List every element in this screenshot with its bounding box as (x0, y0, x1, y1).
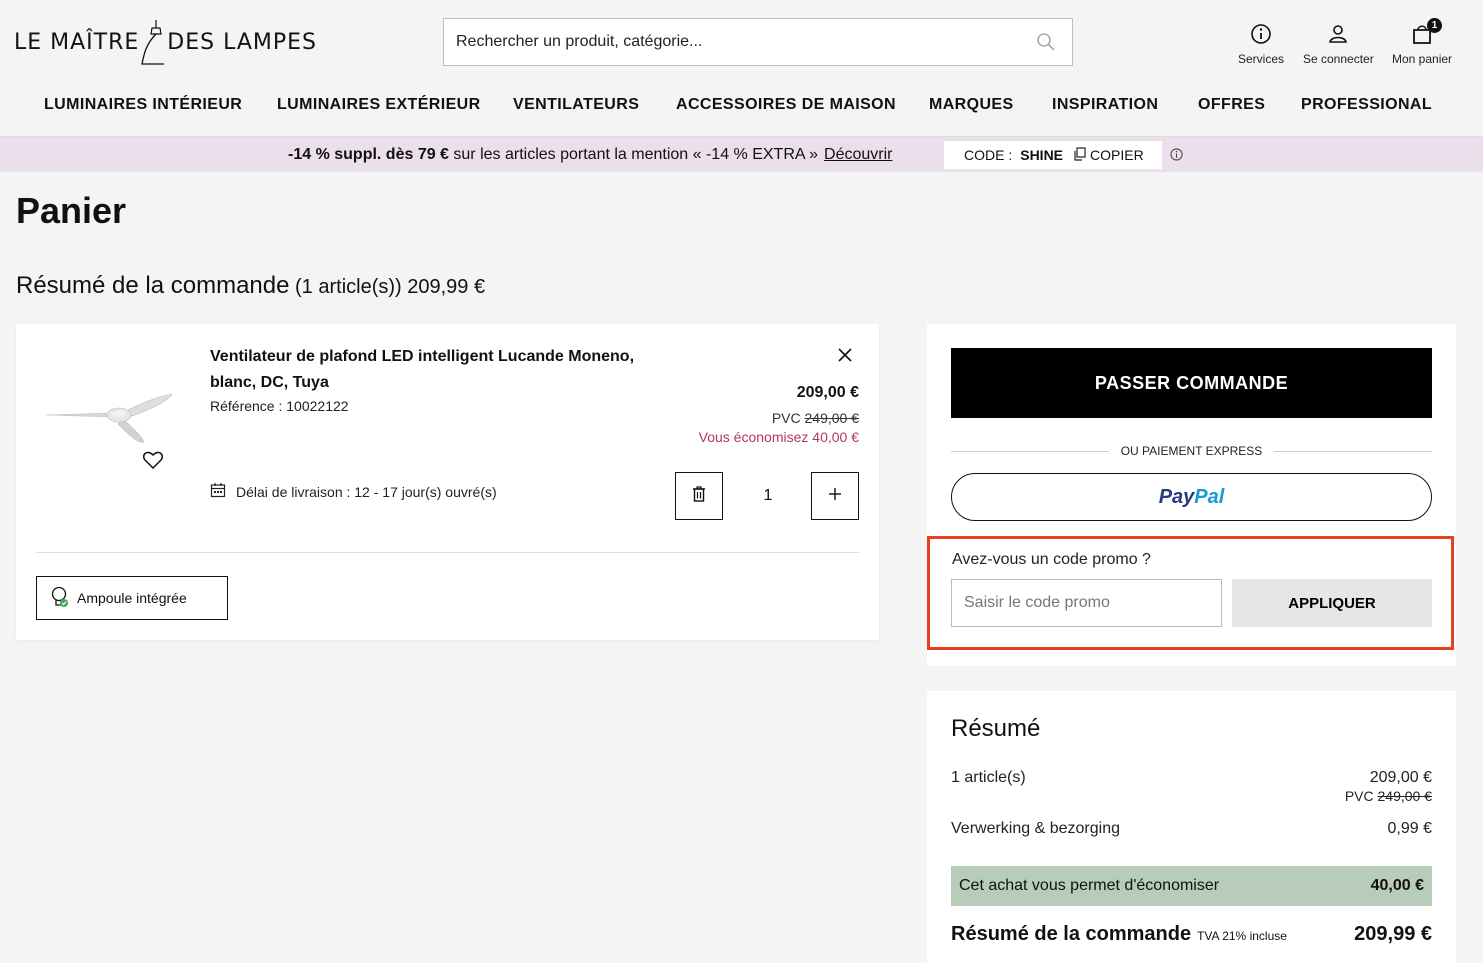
item-pvc: PVC 249,00 € (772, 410, 859, 426)
order-recap-panel: Résumé 1 article(s) 209,00 € PVC 249,00 … (927, 691, 1456, 963)
total-label-text: Résumé de la commande (951, 923, 1192, 945)
summary-heading-main: Résumé de la commande (16, 272, 290, 299)
banner-text: sur les articles portant la mention « -1… (448, 146, 819, 163)
cart-count-badge: 1 (1427, 18, 1443, 33)
recap-title: Résumé (951, 715, 1041, 742)
plus-icon (828, 487, 842, 506)
tva-note: TVA 21% incluse (1197, 929, 1287, 943)
nav-item-luminaires-interieur[interactable]: LUMINAIRES INTÉRIEUR (44, 96, 242, 114)
site-logo[interactable]: LE MAÎTRE DES LAMPES (14, 18, 317, 66)
trash-icon (692, 485, 706, 507)
code-label: CODE : (964, 147, 1013, 163)
pvc-old-price: 249,00 € (804, 410, 860, 426)
site-header: LE MAÎTRE DES LAMPES Services Se connect… (0, 0, 1483, 136)
nav-item-professional[interactable]: PROFESSIONAL (1301, 96, 1432, 114)
pvc-label: PVC (771, 410, 805, 426)
copy-label: COPIER (1090, 147, 1144, 163)
cart-label: Mon panier (1392, 52, 1453, 66)
calendar-icon (210, 482, 226, 501)
copy-icon (1073, 146, 1090, 164)
search-icon[interactable] (1026, 22, 1066, 62)
checkout-button[interactable]: PASSER COMMANDE (951, 348, 1432, 418)
bulb-icon (51, 586, 69, 611)
lamp-logo-icon (140, 20, 166, 65)
summary-heading-sub: (1 article(s)) 209,99 € (289, 276, 486, 298)
promo-code-label: Avez-vous un code promo ? (952, 551, 1151, 568)
banner-message: -14 % suppl. dès 79 € sur les articles p… (288, 146, 892, 164)
delivery-info: Délai de livraison : 12 - 17 jour(s) ouv… (210, 482, 497, 501)
total-value: 209,99 € (1354, 923, 1432, 945)
savings-row: Cet achat vous permet d'économiser 40,00… (951, 866, 1432, 906)
banner-discover-link[interactable]: Découvrir (824, 146, 892, 163)
promo-code-section: Avez-vous un code promo ? APPLIQUER (927, 536, 1454, 650)
divider (951, 450, 1109, 452)
paypal-logo-pay: Pay (1158, 485, 1195, 508)
divider (36, 552, 859, 553)
order-summary-heading: Résumé de la commande (1 article(s)) 209… (16, 272, 485, 300)
promo-code-input[interactable] (951, 579, 1222, 627)
search-input[interactable] (444, 33, 1026, 51)
user-icon (1327, 20, 1349, 48)
recap-pvc-old-price: 249,00 € (1377, 788, 1433, 804)
integrated-bulb-chip[interactable]: Ampoule intégrée (36, 576, 228, 620)
remove-item-button[interactable] (675, 472, 723, 520)
items-count-label: 1 article(s) (951, 769, 1026, 786)
handling-value: 0,99 € (1387, 820, 1432, 837)
product-reference: Référence : 10022122 (210, 398, 349, 414)
page-title: Panier (16, 190, 127, 231)
cart-item-card: Ventilateur de plafond LED intelligent L… (16, 324, 879, 640)
savings-value: 40,00 € (1370, 877, 1424, 894)
total-label: Résumé de la commande TVA 21% incluse (951, 923, 1287, 946)
promo-code-box: CODE : SHINE COPIER (944, 141, 1162, 169)
cart-button[interactable]: 1 Mon panier (1392, 18, 1453, 66)
recap-pvc-label: PVC (1344, 788, 1378, 804)
services-button[interactable]: Services (1238, 20, 1284, 66)
login-label: Se connecter (1303, 52, 1374, 66)
close-icon[interactable] (838, 348, 852, 367)
banner-bold-text: -14 % suppl. dès 79 € (288, 146, 449, 163)
handling-label: Verwerking & bezorging (951, 820, 1120, 837)
delivery-text: Délai de livraison : 12 - 17 jour(s) ouv… (236, 483, 497, 500)
checkout-panel: PASSER COMMANDE OU PAIEMENT EXPRESS Pay P… (927, 324, 1456, 666)
product-image[interactable] (44, 374, 179, 449)
item-price: 209,00 € (796, 384, 859, 401)
main-nav: LUMINAIRES INTÉRIEUR LUMINAIRES EXTÉRIEU… (0, 96, 1483, 128)
heart-icon[interactable] (142, 450, 164, 475)
login-button[interactable]: Se connecter (1303, 20, 1374, 66)
divider (1274, 450, 1432, 452)
logo-text-left: LE MAÎTRE (14, 29, 140, 55)
nav-item-marques[interactable]: MARQUES (929, 96, 1014, 114)
paypal-button[interactable]: Pay Pal (951, 473, 1432, 521)
increase-quantity-button[interactable] (811, 472, 859, 520)
express-label: OU PAIEMENT EXPRESS (1120, 444, 1263, 458)
quantity-value[interactable]: 1 (758, 487, 778, 505)
copy-code-button[interactable]: COPIER (1073, 146, 1144, 164)
chip-label: Ampoule intégrée (77, 590, 187, 606)
items-pvc: PVC 249,00 € (1345, 788, 1432, 804)
apply-promo-button[interactable]: APPLIQUER (1232, 579, 1432, 627)
nav-item-inspiration[interactable]: INSPIRATION (1052, 96, 1158, 114)
info-circle-icon[interactable] (1170, 148, 1183, 166)
shopping-bag-icon: 1 (1411, 18, 1443, 48)
services-label: Services (1238, 52, 1285, 66)
items-subtotal: 209,00 € (1369, 769, 1432, 786)
nav-item-ventilateurs[interactable]: VENTILATEURS (513, 96, 639, 114)
logo-text-right: DES LAMPES (167, 29, 318, 55)
nav-item-luminaires-exterieur[interactable]: LUMINAIRES EXTÉRIEUR (277, 96, 481, 114)
code-value: SHINE (1020, 147, 1064, 163)
savings-label: Cet achat vous permet d'économiser (959, 877, 1220, 894)
product-name[interactable]: Ventilateur de plafond LED intelligent L… (210, 344, 670, 396)
info-circle-icon (1250, 20, 1272, 48)
paypal-logo-pal: Pal (1194, 485, 1225, 508)
promo-banner: -14 % suppl. dès 79 € sur les articles p… (0, 136, 1483, 172)
express-payment-divider: OU PAIEMENT EXPRESS (951, 444, 1432, 458)
nav-item-offres[interactable]: OFFRES (1198, 96, 1265, 114)
search-bar (443, 18, 1073, 66)
nav-item-accessoires[interactable]: ACCESSOIRES DE MAISON (676, 96, 896, 114)
item-savings: Vous économisez 40,00 € (698, 429, 859, 445)
